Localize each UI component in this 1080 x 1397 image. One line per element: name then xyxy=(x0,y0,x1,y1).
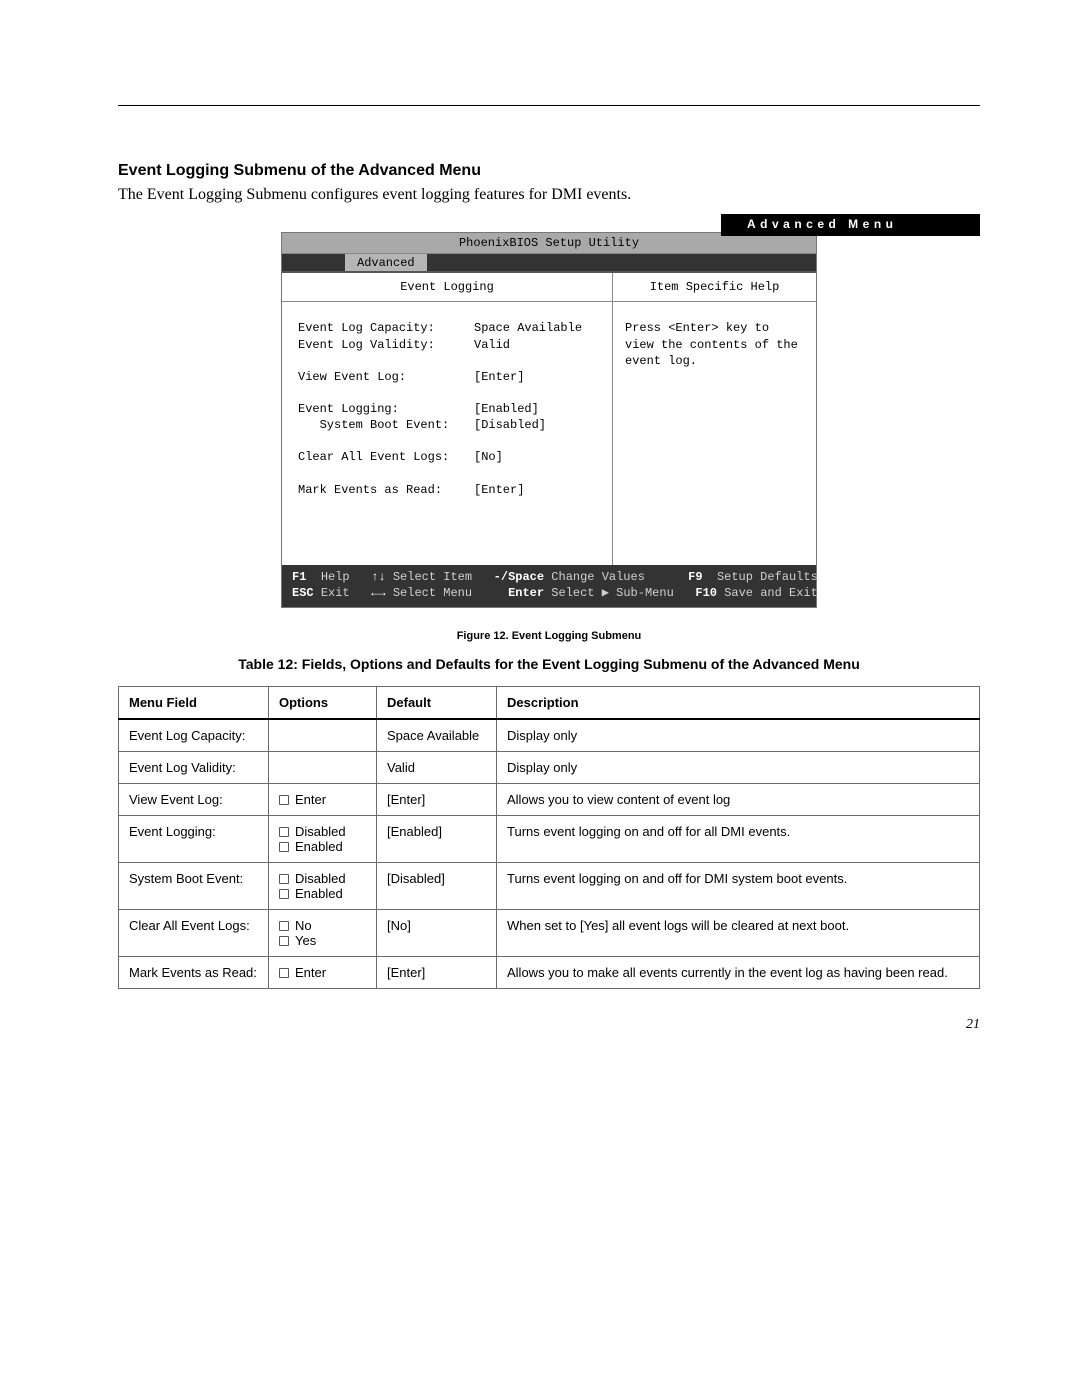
options-table: Menu Field Options Default Description E… xyxy=(118,686,980,989)
field-value: [Enabled] xyxy=(474,401,539,417)
bios-screenshot: PhoenixBIOS Setup Utility Advanced Event… xyxy=(281,232,817,608)
running-header: Advanced Menu xyxy=(721,214,980,236)
field-label: View Event Log: xyxy=(298,369,474,385)
bios-footer: F1 Help ↑↓ Select Item -/Space Change Va… xyxy=(282,565,816,606)
bios-left-heading: Event Logging xyxy=(282,273,612,302)
cell-menu-field: Mark Events as Read: xyxy=(119,956,269,988)
table-caption: Table 12: Fields, Options and Defaults f… xyxy=(118,656,980,672)
cell-menu-field: Event Logging: xyxy=(119,815,269,862)
cell-description: Turns event logging on and off for all D… xyxy=(497,815,980,862)
field-value: Valid xyxy=(474,337,510,353)
field-label: Mark Events as Read: xyxy=(298,482,474,498)
section-title: Event Logging Submenu of the Advanced Me… xyxy=(118,162,980,180)
cell-options: Disabled Enabled xyxy=(269,862,377,909)
field-value: Space Available xyxy=(474,320,582,336)
cell-menu-field: View Event Log: xyxy=(119,783,269,815)
tab-advanced: Advanced xyxy=(345,254,427,271)
cell-options: Enter xyxy=(269,956,377,988)
figure-caption: Figure 12. Event Logging Submenu xyxy=(118,630,980,642)
table-row: System Boot Event:Disabled Enabled[Disab… xyxy=(119,862,980,909)
cell-description: When set to [Yes] all event logs will be… xyxy=(497,909,980,956)
cell-menu-field: Event Log Capacity: xyxy=(119,719,269,752)
cell-menu-field: System Boot Event: xyxy=(119,862,269,909)
field-label: System Boot Event: xyxy=(298,417,474,433)
bios-right-heading: Item Specific Help xyxy=(613,273,816,302)
cell-description: Allows you to view content of event log xyxy=(497,783,980,815)
th-options: Options xyxy=(269,686,377,719)
cell-default: [Enter] xyxy=(377,956,497,988)
cell-options: No Yes xyxy=(269,909,377,956)
page-number: 21 xyxy=(118,1017,980,1033)
cell-description: Turns event logging on and off for DMI s… xyxy=(497,862,980,909)
cell-options: Enter xyxy=(269,783,377,815)
field-value: [Enter] xyxy=(474,482,524,498)
field-value: [Enter] xyxy=(474,369,524,385)
cell-default: [No] xyxy=(377,909,497,956)
th-menu-field: Menu Field xyxy=(119,686,269,719)
cell-menu-field: Event Log Validity: xyxy=(119,751,269,783)
cell-options xyxy=(269,719,377,752)
table-row: Event Log Capacity: Space AvailableDispla… xyxy=(119,719,980,752)
table-row: Event Logging:Disabled Enabled[Enabled]T… xyxy=(119,815,980,862)
intro-paragraph: The Event Logging Submenu configures eve… xyxy=(118,186,980,204)
cell-description: Allows you to make all events currently … xyxy=(497,956,980,988)
field-label: Event Log Capacity: xyxy=(298,320,474,336)
cell-description: Display only xyxy=(497,751,980,783)
table-row: Mark Events as Read:Enter[Enter]Allows y… xyxy=(119,956,980,988)
cell-default: [Enabled] xyxy=(377,815,497,862)
cell-default: Space Available xyxy=(377,719,497,752)
cell-default: [Enter] xyxy=(377,783,497,815)
bios-tabs: Advanced xyxy=(282,254,816,272)
field-value: [No] xyxy=(474,449,503,465)
cell-menu-field: Clear All Event Logs: xyxy=(119,909,269,956)
bios-help-text: Press <Enter> key to view the contents o… xyxy=(613,302,816,387)
field-label: Clear All Event Logs: xyxy=(298,449,474,465)
bios-title: PhoenixBIOS Setup Utility xyxy=(282,233,816,254)
table-row: Event Log Validity: ValidDisplay only xyxy=(119,751,980,783)
field-label: Event Logging: xyxy=(298,401,474,417)
th-default: Default xyxy=(377,686,497,719)
field-value: [Disabled] xyxy=(474,417,546,433)
table-row: Clear All Event Logs:No Yes[No]When set … xyxy=(119,909,980,956)
cell-options: Disabled Enabled xyxy=(269,815,377,862)
cell-default: Valid xyxy=(377,751,497,783)
table-row: View Event Log:Enter[Enter]Allows you to… xyxy=(119,783,980,815)
field-label: Event Log Validity: xyxy=(298,337,474,353)
cell-description: Display only xyxy=(497,719,980,752)
cell-default: [Disabled] xyxy=(377,862,497,909)
cell-options xyxy=(269,751,377,783)
th-description: Description xyxy=(497,686,980,719)
